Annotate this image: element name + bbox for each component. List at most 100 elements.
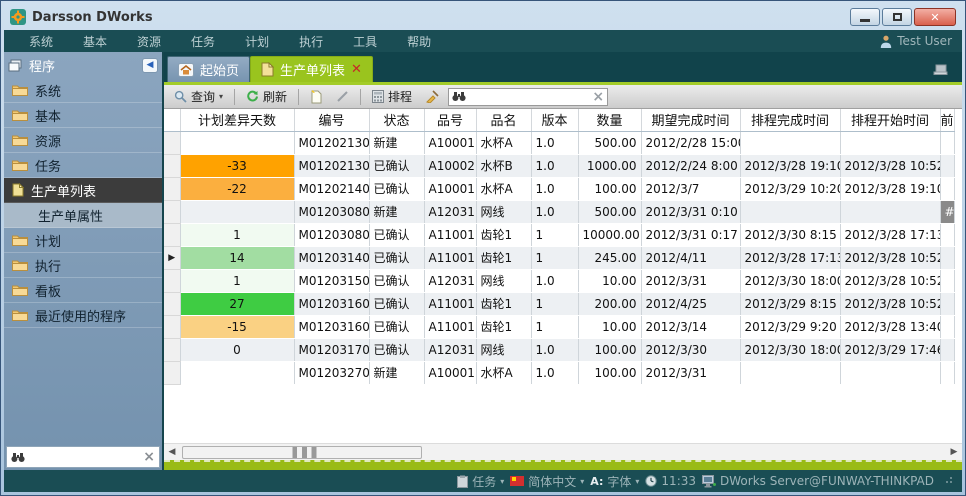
col-header-4[interactable]: 品名 xyxy=(476,109,531,131)
cell-diff[interactable] xyxy=(180,131,294,154)
cell-status[interactable]: 已确认 xyxy=(369,338,424,361)
cell-qty[interactable]: 100.00 xyxy=(578,361,641,384)
cell-code[interactable]: M012031701 xyxy=(294,338,369,361)
cell-extra[interactable] xyxy=(940,338,954,361)
sidebar-item-7[interactable]: 执行 xyxy=(4,253,162,278)
table-row[interactable]: M012032701新建A10001水杯A1.0100.002012/3/31 xyxy=(164,361,954,384)
cell-start[interactable]: 2012/3/28 19:10 xyxy=(840,177,940,200)
col-header-1[interactable]: 编号 xyxy=(294,109,369,131)
cell-name[interactable]: 水杯B xyxy=(476,154,531,177)
tab-list-icon[interactable] xyxy=(932,64,948,76)
cell-qty[interactable]: 100.00 xyxy=(578,338,641,361)
table-row[interactable]: ▶14M012031402已确认A11001齿轮11245.002012/4/1… xyxy=(164,246,954,269)
cell-start[interactable]: 2012/3/28 10:52 xyxy=(840,154,940,177)
cell-due[interactable]: 2012/3/14 xyxy=(641,315,740,338)
cell-qty[interactable]: 245.00 xyxy=(578,246,641,269)
cell-name[interactable]: 水杯A xyxy=(476,131,531,154)
cell-name[interactable]: 水杯A xyxy=(476,361,531,384)
cell-start[interactable]: 2012/3/28 17:13 xyxy=(840,223,940,246)
menu-item-5[interactable]: 执行 xyxy=(284,31,338,52)
cell-due[interactable]: 2012/4/25 xyxy=(641,292,740,315)
cell-code[interactable]: M012031601 xyxy=(294,292,369,315)
cell-code[interactable]: M012031402 xyxy=(294,246,369,269)
menu-item-7[interactable]: 帮助 xyxy=(392,31,446,52)
cell-qty[interactable]: 10.00 xyxy=(578,315,641,338)
cell-end[interactable] xyxy=(740,361,840,384)
current-row-indicator[interactable]: ▶ xyxy=(164,246,180,269)
sidebar-item-0[interactable]: 系统 xyxy=(4,78,162,103)
sidebar-item-3[interactable]: 任务 xyxy=(4,153,162,178)
cell-code[interactable]: M012031602 xyxy=(294,315,369,338)
menu-item-3[interactable]: 任务 xyxy=(176,31,230,52)
cell-code[interactable]: M012030802 xyxy=(294,223,369,246)
cell-extra[interactable] xyxy=(940,269,954,292)
cell-name[interactable]: 网线 xyxy=(476,200,531,223)
cell-due[interactable]: 2012/2/24 8:00 xyxy=(641,154,740,177)
cell-item[interactable]: A11001 xyxy=(424,315,476,338)
schedule-button[interactable]: 排程 xyxy=(368,86,416,107)
scroll-left-icon[interactable]: ◀ xyxy=(164,447,180,457)
cell-name[interactable]: 齿轮1 xyxy=(476,223,531,246)
cell-ver[interactable]: 1.0 xyxy=(531,269,578,292)
user-area[interactable]: Test User xyxy=(880,34,952,48)
col-header-2[interactable]: 状态 xyxy=(369,109,424,131)
edit-button[interactable] xyxy=(332,88,353,105)
cell-status[interactable]: 已确认 xyxy=(369,154,424,177)
cell-due[interactable]: 2012/4/11 xyxy=(641,246,740,269)
cell-item[interactable]: A10001 xyxy=(424,177,476,200)
cell-start[interactable] xyxy=(840,200,940,223)
cell-qty[interactable]: 200.00 xyxy=(578,292,641,315)
cell-ver[interactable]: 1.0 xyxy=(531,200,578,223)
cell-extra[interactable] xyxy=(940,131,954,154)
cell-code[interactable]: M012021301 xyxy=(294,131,369,154)
cell-due[interactable]: 2012/2/28 15:00 xyxy=(641,131,740,154)
cell-name[interactable]: 网线 xyxy=(476,269,531,292)
cell-ver[interactable]: 1.0 xyxy=(531,177,578,200)
cell-item[interactable]: A12031 xyxy=(424,269,476,292)
tab-home[interactable]: 起始页 xyxy=(167,56,250,82)
cell-item[interactable]: A11001 xyxy=(424,292,476,315)
table-row[interactable]: -22M012021401已确认A10001水杯A1.0100.002012/3… xyxy=(164,177,954,200)
table-row[interactable]: M012021301新建A10001水杯A1.0500.002012/2/28 … xyxy=(164,131,954,154)
cell-code[interactable]: M012031501 xyxy=(294,269,369,292)
sidebar-item-5[interactable]: 生产单属性 xyxy=(4,203,162,228)
scrollbar-track[interactable] xyxy=(180,445,946,460)
cell-ver[interactable]: 1 xyxy=(531,315,578,338)
query-dropdown-icon[interactable]: ▾ xyxy=(219,92,223,101)
cell-code[interactable]: M012021401 xyxy=(294,177,369,200)
cell-status[interactable]: 新建 xyxy=(369,361,424,384)
task-menu[interactable]: 任务 ▾ xyxy=(457,473,504,490)
cell-item[interactable]: A11001 xyxy=(424,246,476,269)
cell-ver[interactable]: 1.0 xyxy=(531,154,578,177)
font-menu[interactable]: A: 字体 ▾ xyxy=(590,473,639,490)
new-button[interactable] xyxy=(306,88,327,106)
cell-end[interactable]: 2012/3/28 17:13 xyxy=(740,246,840,269)
toolbar-search-clear-icon[interactable]: × xyxy=(592,89,604,105)
cell-status[interactable]: 已确认 xyxy=(369,177,424,200)
cell-diff[interactable]: 14 xyxy=(180,246,294,269)
cell-status[interactable]: 已确认 xyxy=(369,315,424,338)
row-indicator[interactable] xyxy=(164,223,180,246)
sidebar-search-clear-icon[interactable]: × xyxy=(143,449,155,465)
cell-item[interactable]: A10002 xyxy=(424,154,476,177)
table-row[interactable]: 1M012031501已确认A12031网线1.010.002012/3/312… xyxy=(164,269,954,292)
row-indicator[interactable] xyxy=(164,177,180,200)
menu-item-1[interactable]: 基本 xyxy=(68,31,122,52)
font-dropdown-icon[interactable]: ▾ xyxy=(635,477,639,486)
row-indicator[interactable] xyxy=(164,154,180,177)
cell-ver[interactable]: 1 xyxy=(531,223,578,246)
cell-diff[interactable]: 1 xyxy=(180,223,294,246)
cell-status[interactable]: 新建 xyxy=(369,200,424,223)
task-dropdown-icon[interactable]: ▾ xyxy=(500,477,504,486)
scroll-right-icon[interactable]: ▶ xyxy=(946,447,962,457)
query-button[interactable]: 查询 ▾ xyxy=(170,86,227,107)
language-dropdown-icon[interactable]: ▾ xyxy=(580,477,584,486)
sidebar-item-4[interactable]: 生产单列表 xyxy=(4,178,162,203)
cell-name[interactable]: 网线 xyxy=(476,338,531,361)
cell-item[interactable]: A12031 xyxy=(424,200,476,223)
cell-name[interactable]: 水杯A xyxy=(476,177,531,200)
cell-item[interactable]: A10001 xyxy=(424,361,476,384)
cell-item[interactable]: A10001 xyxy=(424,131,476,154)
sidebar-item-2[interactable]: 资源 xyxy=(4,128,162,153)
cell-code[interactable]: M012032701 xyxy=(294,361,369,384)
